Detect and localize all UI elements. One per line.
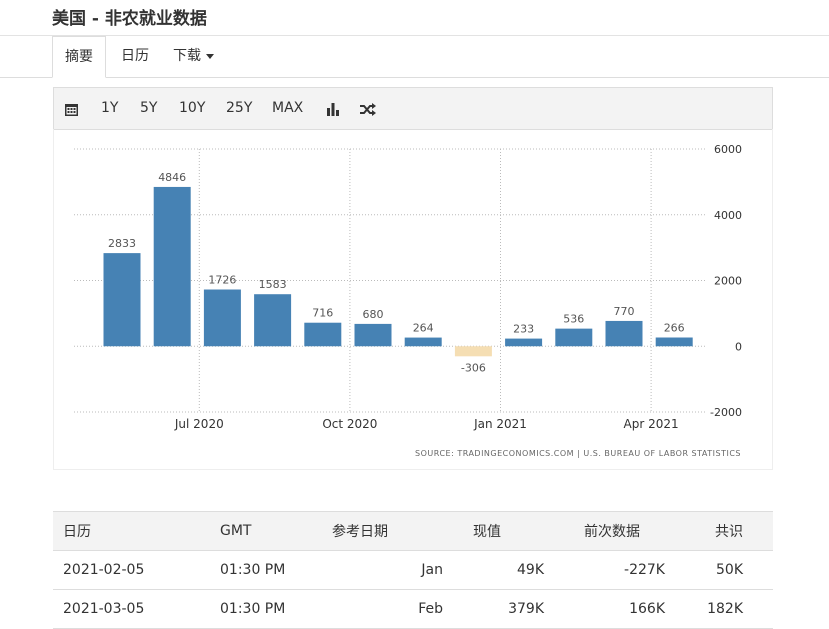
page-title: 美国 - 非农就业数据 [52,9,207,29]
bar [203,289,241,347]
bar [153,186,191,347]
chart-source-note: SOURCE: TRADINGECONOMICS.COM | U.S. BURE… [415,449,741,458]
calendar-table: 日历 GMT 参考日期 现值 前次数据 共识 2021-02-05 01:30 … [53,511,773,629]
bar [605,320,643,347]
y-tick-label: 2000 [714,275,742,288]
bar-chart-icon[interactable] [326,101,340,120]
chart-container: 6000 4000 2000 0 -2000 Jul 2020 Oct 2020 Jan 20… [53,129,773,470]
col-header-consensus: 共识 [695,511,773,551]
data-label: -306 [461,361,486,374]
cell-reference: Jan [331,550,443,590]
cell-gmt: 01:30 PM [210,589,331,629]
tab-bar: 摘要 日历 下载 [0,35,829,78]
tab-calendar-label: 日历 [121,48,149,64]
chart-toolbar: 1Y 5Y 10Y 25Y MAX [53,87,773,130]
tab-calendar[interactable]: 日历 [121,36,149,76]
cell-date: 2021-02-05 [53,550,210,590]
bar-chart: 6000 4000 2000 0 -2000 Jul 2020 Oct 2020 Jan 20… [74,143,742,458]
bar [254,294,292,347]
bar [354,323,392,347]
data-label: 233 [513,323,534,336]
tab-summary-label: 摘要 [65,49,93,65]
calendar-icon[interactable] [65,101,78,116]
bar [404,337,442,347]
cell-actual: 49K [443,550,574,590]
table-row: 2021-02-05 01:30 PM Jan 49K -227K 50K [53,550,773,590]
bar [505,338,543,347]
shuffle-icon[interactable] [360,101,376,120]
cell-gmt: 01:30 PM [210,550,331,590]
table-header-row: 日历 GMT 参考日期 现值 前次数据 共识 [53,511,773,551]
cell-date: 2021-03-05 [53,589,210,629]
table-row: 2021-03-05 01:30 PM Feb 379K 166K 182K [53,589,773,629]
cell-consensus: 182K [695,589,773,629]
col-header-gmt: GMT [210,511,331,551]
data-label: 264 [413,322,434,335]
data-label: 716 [312,307,333,320]
cell-previous: -227K [574,550,695,590]
col-header-date: 日历 [53,511,210,551]
tab-download-label: 下载 [173,48,201,64]
cell-consensus: 50K [695,550,773,590]
tab-summary[interactable]: 摘要 [52,36,106,78]
data-label: 1726 [208,274,236,287]
data-label: 536 [563,313,584,326]
data-label: 680 [363,308,384,321]
data-label: 770 [614,305,635,318]
x-tick-label: Oct 2020 [322,417,377,431]
data-label: 2833 [108,237,136,250]
range-max-button[interactable]: MAX [272,100,303,116]
bar [655,337,693,347]
cell-actual: 379K [443,589,574,629]
col-header-reference: 参考日期 [331,511,443,551]
range-10y-button[interactable]: 10Y [179,100,205,116]
bar [454,346,492,357]
x-tick-label: Apr 2021 [624,417,679,431]
col-header-actual: 现值 [443,511,574,551]
data-label: 4846 [158,171,186,184]
x-tick-label: Jul 2020 [174,417,224,431]
bar [304,322,342,347]
y-tick-label: 0 [735,340,742,353]
y-tick-label: 4000 [714,209,742,222]
range-1y-button[interactable]: 1Y [101,100,118,116]
caret-down-icon [206,53,214,59]
bar [555,328,593,347]
range-25y-button[interactable]: 25Y [226,100,252,116]
x-tick-label: Jan 2021 [473,417,527,431]
col-header-previous: 前次数据 [574,511,695,551]
cell-previous: 166K [574,589,695,629]
cell-reference: Feb [331,589,443,629]
y-tick-label: -2000 [710,406,742,419]
y-tick-label: 6000 [714,143,742,156]
data-label: 266 [664,322,685,335]
bar [103,253,141,347]
tab-download[interactable]: 下载 [173,36,214,76]
range-5y-button[interactable]: 5Y [140,100,157,116]
data-label: 1583 [259,278,287,291]
